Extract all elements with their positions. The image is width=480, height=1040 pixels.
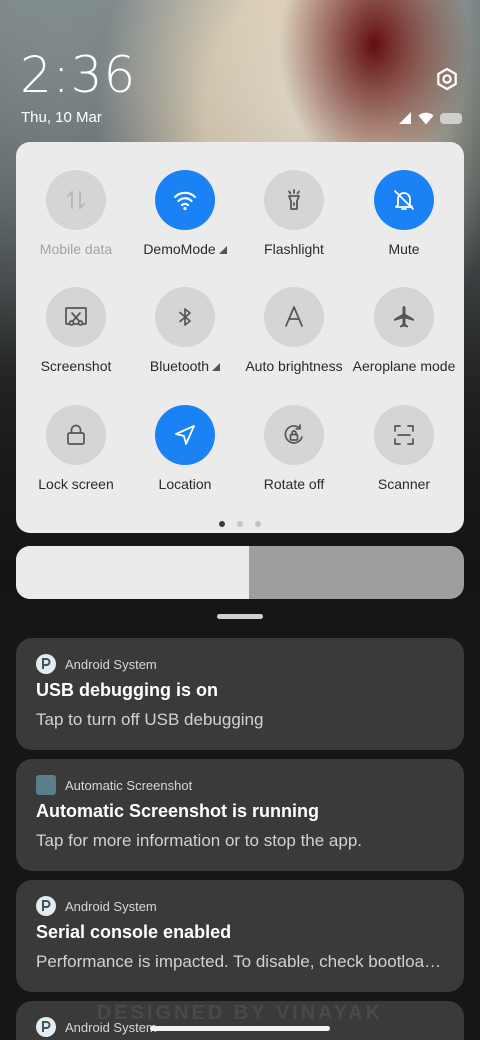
tile-label: Lock screen (38, 476, 114, 492)
wifi-icon (173, 191, 197, 211)
screenshot-icon (65, 307, 87, 326)
panel-drag-handle[interactable] (217, 614, 263, 619)
tile-label: Scanner (377, 476, 431, 492)
tile-label: Bluetooth (149, 358, 221, 374)
tile-label: DemoMode (143, 241, 227, 257)
tile-label: Mobile data (39, 241, 113, 257)
bluetooth-icon (179, 308, 191, 326)
tile-mobile-data-circle (46, 170, 106, 230)
tile-rotate-off[interactable]: Rotate off (239, 405, 349, 505)
tile-label: Rotate off (263, 476, 325, 492)
lock-icon (67, 424, 85, 445)
cell-signal-icon (399, 112, 411, 124)
notification-automatic-screenshot[interactable]: Automatic Screenshot Automatic Screensho… (16, 759, 464, 871)
tile-flashlight[interactable]: Flashlight (239, 170, 349, 270)
tile-aeroplane-mode[interactable]: Aeroplane mode (349, 287, 459, 387)
notification-text: Tap for more information or to stop the … (36, 831, 363, 850)
airplane-icon (394, 306, 414, 328)
notification-header: Android System (36, 654, 157, 674)
tile-scanner[interactable]: Scanner (349, 405, 459, 505)
notification-text: Tap to turn off USB debugging (36, 710, 264, 729)
location-arrow-icon (175, 425, 195, 445)
settings-gear-icon (437, 67, 457, 91)
tile-lock-screen[interactable]: Lock screen (21, 405, 131, 505)
expand-caret-icon (212, 363, 221, 371)
tile-location-circle (155, 405, 215, 465)
notification-usb-debugging[interactable]: Android System USB debugging is on Tap t… (16, 638, 464, 750)
android-system-icon (36, 654, 56, 674)
tile-bluetooth[interactable]: Bluetooth (130, 287, 240, 387)
tile-scanner-circle (374, 405, 434, 465)
flashlight-icon (288, 189, 300, 210)
tile-lock-screen-circle (46, 405, 106, 465)
wifi-icon (418, 112, 434, 124)
notification-title: Serial console enabled (36, 922, 232, 942)
notification-title: Automatic Screenshot is running (36, 801, 320, 821)
clock: 2:36 (20, 46, 137, 104)
quick-settings-panel: Mobile data DemoMode Flashlight Mute Scr… (16, 142, 464, 533)
android-system-icon (36, 896, 56, 916)
scanner-icon (394, 425, 414, 445)
auto-brightness-icon (285, 306, 303, 327)
brightness-slider[interactable] (16, 546, 464, 599)
notification-serial-console[interactable]: Android System Serial console enabled Pe… (16, 880, 464, 992)
tile-label-text: Bluetooth (149, 358, 210, 374)
tile-label-text: DemoMode (143, 241, 216, 257)
notification-app-name: Android System (65, 898, 157, 914)
tile-label: Mute (388, 241, 420, 257)
brightness-fill (16, 546, 249, 599)
page-dot (219, 521, 225, 527)
tile-flashlight-circle (264, 170, 324, 230)
notification-app-name: Automatic Screenshot (65, 777, 193, 793)
status-icons (398, 110, 462, 126)
tile-label: Auto brightness (245, 358, 343, 374)
tile-auto-brightness-circle (264, 287, 324, 347)
tile-label: Aeroplane mode (352, 358, 456, 374)
page-dot (237, 521, 243, 527)
tile-auto-brightness[interactable]: Auto brightness (239, 287, 349, 387)
tile-screenshot[interactable]: Screenshot (21, 287, 131, 387)
tile-location[interactable]: Location (130, 405, 240, 505)
watermark: DESIGNED BY VINAYAK (96, 1002, 384, 1024)
tile-aeroplane-mode-circle (374, 287, 434, 347)
tile-demomode-circle (155, 170, 215, 230)
tile-mute[interactable]: Mute (349, 170, 459, 270)
tile-bluetooth-circle (155, 287, 215, 347)
tile-label: Screenshot (40, 358, 112, 374)
mobile-data-icon (67, 191, 85, 209)
notification-app-name: Android System (65, 656, 157, 672)
page-dot (255, 521, 261, 527)
notification-title: USB debugging is on (36, 680, 218, 700)
rotate-lock-icon (284, 424, 303, 444)
notification-header: Android System (36, 896, 157, 916)
tile-demomode[interactable]: DemoMode (130, 170, 240, 270)
tile-label: Location (158, 476, 212, 492)
settings-button[interactable] (432, 64, 462, 94)
notification-header: Automatic Screenshot (36, 775, 192, 795)
tile-screenshot-circle (46, 287, 106, 347)
tile-mobile-data[interactable]: Mobile data (21, 170, 131, 270)
bell-off-icon (394, 190, 414, 210)
tile-label: Flashlight (264, 241, 324, 257)
app-square-icon (36, 775, 56, 795)
tile-rotate-off-circle (264, 405, 324, 465)
page-indicator (16, 521, 464, 527)
date: Thu, 10 Mar (21, 109, 102, 126)
battery-icon (440, 112, 462, 124)
notification-text: Performance is impacted. To disable, che… (36, 952, 446, 971)
home-indicator[interactable] (150, 1026, 330, 1031)
tile-mute-circle (374, 170, 434, 230)
expand-caret-icon (218, 246, 227, 254)
